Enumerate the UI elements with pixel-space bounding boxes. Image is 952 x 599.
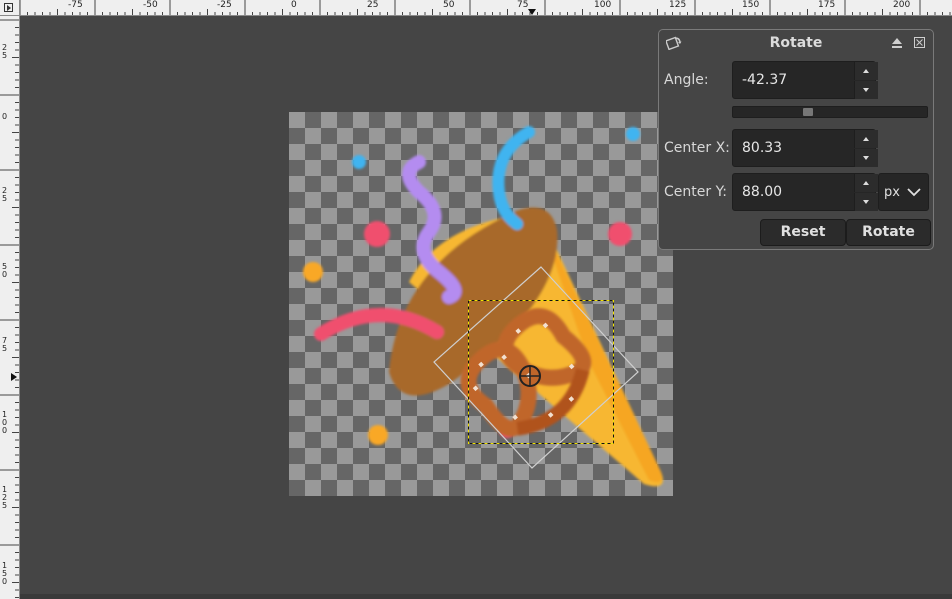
confetti-blue-2 — [626, 127, 640, 141]
confetti-blue-1 — [352, 155, 366, 169]
reset-button[interactable]: Reset — [760, 219, 846, 246]
confetti-orange-1 — [303, 262, 323, 282]
angle-label: Angle: — [664, 72, 709, 88]
ruler-h-label: -25 — [217, 0, 232, 10]
ruler-h-pointer-marker — [528, 9, 536, 15]
angle-slider[interactable] — [732, 106, 928, 118]
unit-value: px — [884, 185, 900, 200]
rotate-tool-icon — [666, 36, 682, 50]
close-icon[interactable] — [914, 37, 925, 48]
dialog-titlebar[interactable]: Rotate — [659, 30, 933, 56]
confetti-orange-2 — [368, 425, 388, 445]
horizontal-scrollbar[interactable] — [20, 594, 952, 599]
center-x-decrement-button[interactable] — [854, 149, 878, 167]
rotate-button[interactable]: Rotate — [846, 219, 931, 246]
horizontal-ruler[interactable]: -75 -50 -25 0 25 50 75 100 125 150 175 2… — [0, 0, 952, 16]
ruler-v-label: 25 — [2, 43, 8, 60]
ruler-h-label: 150 — [742, 0, 760, 10]
confetti-pink-2 — [608, 222, 632, 246]
center-y-field[interactable]: 88.00 — [732, 173, 878, 211]
ruler-h-label: -75 — [68, 0, 83, 10]
dialog-title: Rotate — [769, 35, 823, 51]
chevron-down-icon — [863, 88, 869, 92]
center-x-label: Center X: — [664, 140, 730, 156]
detach-dialog-icon[interactable] — [891, 37, 903, 49]
angle-increment-button[interactable] — [854, 62, 878, 80]
angle-value[interactable]: -42.37 — [742, 72, 787, 88]
ruler-v-pointer-marker — [11, 373, 17, 381]
angle-decrement-button[interactable] — [854, 81, 878, 99]
ruler-v-label: 125 — [2, 485, 8, 510]
vertical-ruler[interactable]: 25 0 25 50 75 100 125 150 — [0, 16, 20, 599]
ruler-v-label: 0 — [2, 112, 8, 121]
ruler-h-label: -50 — [143, 0, 158, 10]
ruler-h-label: 0 — [291, 0, 297, 10]
chevron-down-icon — [907, 188, 921, 197]
ruler-h-label: 100 — [594, 0, 612, 10]
center-x-value[interactable]: 80.33 — [742, 140, 782, 156]
quick-mask-toggle[interactable] — [0, 0, 20, 16]
ruler-h-label: 25 — [367, 0, 379, 10]
unit-select[interactable]: px — [878, 173, 929, 211]
ruler-v-label: 75 — [2, 336, 8, 353]
rotate-dialog: Rotate Angle: -42.37 Center X: 80.33 Cen… — [658, 29, 934, 250]
ruler-v-label: 50 — [2, 262, 8, 279]
ruler-v-label: 25 — [2, 186, 8, 203]
angle-field[interactable]: -42.37 — [732, 61, 878, 99]
ruler-h-label: 75 — [517, 0, 529, 10]
ruler-h-label: 50 — [443, 0, 455, 10]
center-x-increment-button[interactable] — [854, 130, 878, 148]
ruler-v-ticks — [0, 19, 19, 598]
chevron-down-icon — [863, 200, 869, 204]
chevron-up-icon — [863, 69, 869, 73]
ruler-v-label: 150 — [2, 561, 8, 586]
chevron-up-icon — [863, 137, 869, 141]
angle-slider-handle[interactable] — [803, 108, 813, 116]
ruler-h-label: 125 — [669, 0, 687, 10]
center-y-increment-button[interactable] — [854, 174, 878, 192]
chevron-up-icon — [863, 181, 869, 185]
center-x-field[interactable]: 80.33 — [732, 129, 878, 167]
ruler-h-label: 200 — [893, 0, 911, 10]
center-y-decrement-button[interactable] — [854, 193, 878, 211]
chevron-down-icon — [863, 156, 869, 160]
ruler-h-label: 175 — [818, 0, 836, 10]
center-y-label: Center Y: — [664, 184, 727, 200]
ruler-v-label: 100 — [2, 410, 8, 435]
party-popper-artwork — [303, 126, 663, 487]
ruler-corner-icon — [4, 3, 13, 12]
center-y-value[interactable]: 88.00 — [742, 184, 782, 200]
confetti-pink-1 — [364, 221, 390, 247]
